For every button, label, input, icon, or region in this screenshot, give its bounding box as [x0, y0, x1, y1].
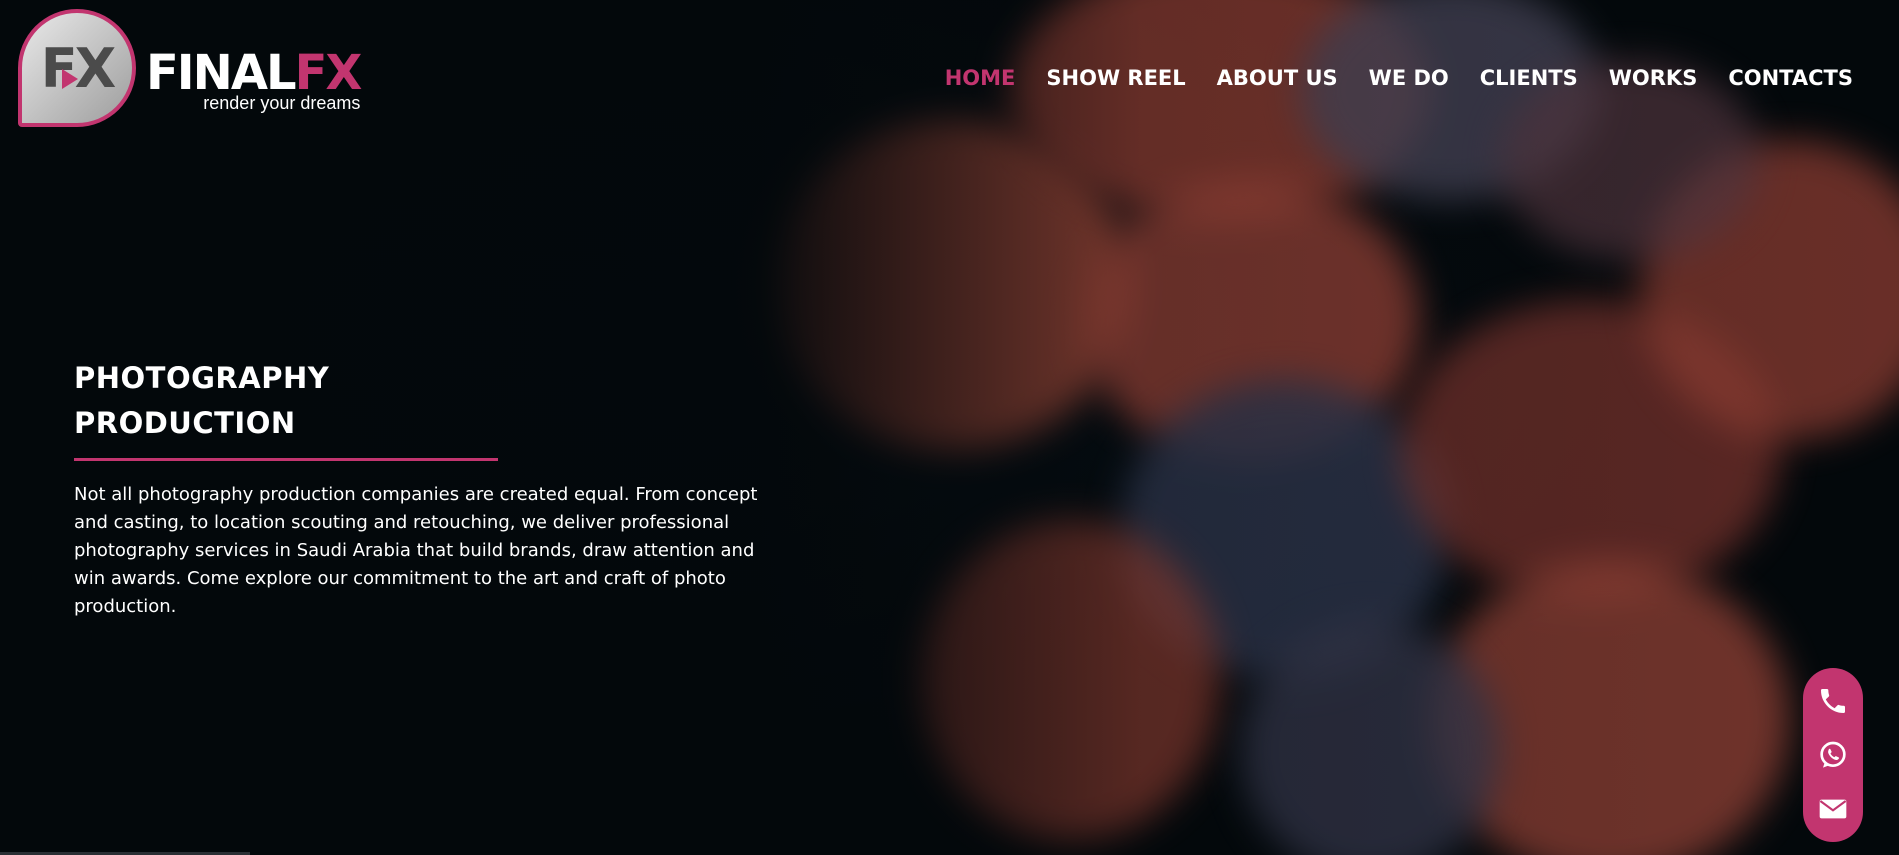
logo-badge-icon: FX [18, 9, 136, 127]
hero-content: PHOTOGRAPHY PRODUCTION Not all photograp… [74, 356, 794, 621]
main-nav: HOME SHOW REEL ABOUT US WE DO CLIENTS WO… [945, 66, 1853, 90]
phone-icon[interactable] [1813, 681, 1853, 721]
contact-dock [1803, 668, 1863, 842]
nav-item-clients[interactable]: CLIENTS [1480, 66, 1578, 90]
nav-item-we-do[interactable]: WE DO [1369, 66, 1449, 90]
play-icon [62, 69, 78, 89]
hero-description: Not all photography production companies… [74, 484, 758, 617]
site-logo[interactable]: FX FINALFX render your dreams [18, 9, 362, 127]
nav-item-home[interactable]: HOME [945, 66, 1016, 90]
brand-name: FINALFX [146, 49, 362, 97]
nav-item-about-us[interactable]: ABOUT US [1217, 66, 1338, 90]
hero-title: PHOTOGRAPHY PRODUCTION [74, 356, 474, 446]
logo-badge-text: FX [40, 36, 117, 100]
nav-item-show-reel[interactable]: SHOW REEL [1046, 66, 1185, 90]
hero-title-line1: PHOTOGRAPHY [74, 361, 330, 395]
nav-item-contacts[interactable]: CONTACTS [1728, 66, 1853, 90]
whatsapp-icon[interactable] [1813, 735, 1853, 775]
hero-title-line2: PRODUCTION [74, 406, 296, 440]
envelope-icon[interactable] [1813, 789, 1853, 829]
nav-item-works[interactable]: WORKS [1609, 66, 1698, 90]
title-divider [74, 458, 498, 461]
